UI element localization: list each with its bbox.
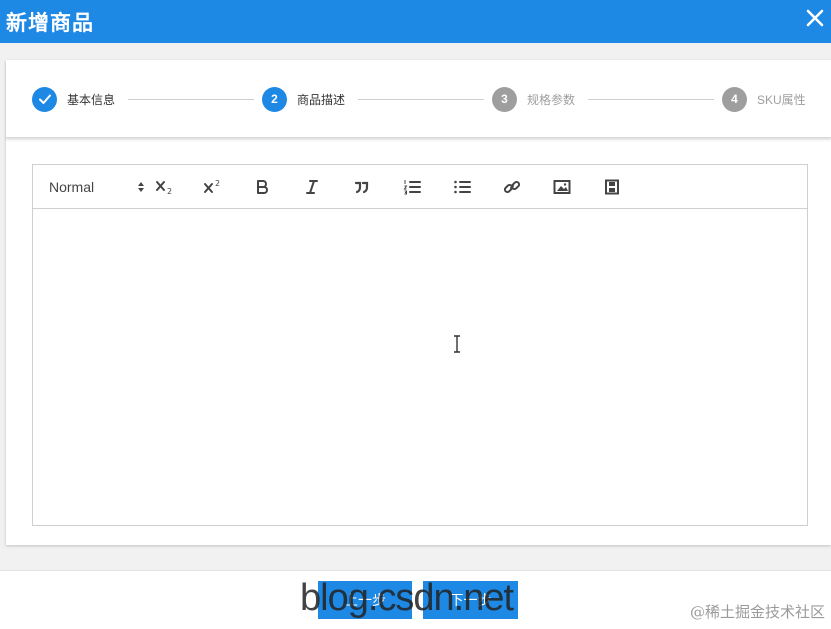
add-product-dialog: 新增商品 基本信息 2 商品描述 3 规格参数 4 SKU属性 Normal 2…	[0, 0, 831, 629]
ordered-list-icon[interactable]	[399, 176, 425, 198]
step-basic-info[interactable]: 基本信息	[32, 86, 115, 112]
dialog-titlebar: 新增商品	[0, 0, 831, 43]
step-connector	[358, 99, 484, 100]
step-description[interactable]: 2 商品描述	[262, 86, 345, 112]
bold-icon[interactable]	[249, 176, 275, 198]
rich-text-editor: Normal 2 2	[32, 164, 808, 526]
bullet-list-icon[interactable]	[449, 176, 475, 198]
step-connector	[128, 99, 254, 100]
credit-text: @稀土掘金技术社区	[689, 603, 825, 621]
step-label: SKU属性	[757, 92, 806, 107]
link-icon[interactable]	[499, 176, 525, 198]
image-icon[interactable]	[549, 176, 575, 198]
dialog-title: 新增商品	[6, 12, 94, 35]
editor-content-area[interactable]	[33, 209, 807, 525]
step-number: 2	[262, 86, 287, 112]
subscript-icon[interactable]: 2	[151, 176, 177, 198]
step-number: 3	[492, 86, 517, 112]
close-icon[interactable]	[803, 6, 827, 30]
step-specs[interactable]: 3 规格参数	[492, 86, 575, 112]
superscript-icon[interactable]: 2	[199, 176, 225, 198]
blockquote-icon[interactable]	[349, 176, 375, 198]
watermark-text: blog.csdn.net	[300, 577, 514, 619]
header-picker-label: Normal	[49, 179, 95, 195]
step-number: 4	[722, 86, 747, 112]
updown-caret-icon	[138, 182, 144, 192]
text-cursor-icon	[454, 335, 460, 353]
dialog-footer: 上一步 下一步 blog.csdn.net @稀土掘金技术社区	[0, 570, 831, 629]
svg-text:2: 2	[167, 187, 172, 196]
step-sku[interactable]: 4 SKU属性	[722, 86, 806, 112]
video-icon[interactable]	[599, 176, 625, 198]
step-label: 商品描述	[297, 92, 346, 107]
header-picker[interactable]: Normal	[49, 176, 145, 198]
editor-toolbar: Normal 2 2	[33, 165, 807, 209]
step-label: 规格参数	[527, 92, 576, 107]
check-icon	[32, 86, 57, 112]
stepper: 基本信息 2 商品描述 3 规格参数 4 SKU属性	[6, 60, 831, 138]
svg-text:2: 2	[215, 179, 220, 188]
step-connector	[588, 99, 714, 100]
step-label: 基本信息	[67, 92, 116, 107]
italic-icon[interactable]	[299, 176, 325, 198]
